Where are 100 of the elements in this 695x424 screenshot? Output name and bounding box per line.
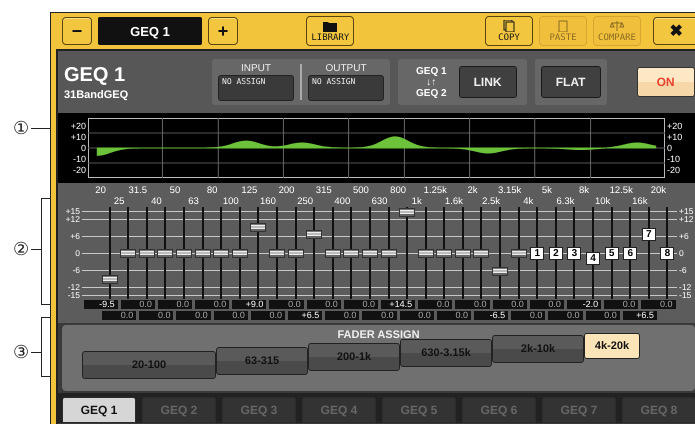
previous-button[interactable]: − bbox=[62, 17, 92, 45]
frequency-label: 12.5k bbox=[608, 185, 634, 196]
flat-button[interactable]: FLAT bbox=[540, 66, 601, 98]
frequency-label: 6.3k bbox=[555, 196, 576, 207]
axis-label: 0 bbox=[80, 142, 86, 154]
axis-label: -20 bbox=[667, 164, 682, 176]
fader-assign-title: FADER ASSIGN bbox=[337, 329, 420, 341]
fader-knob[interactable] bbox=[232, 248, 248, 258]
fader-knob[interactable] bbox=[362, 248, 378, 258]
geq-type: 31BandGEQ bbox=[64, 88, 130, 100]
gain-value: 0.0 bbox=[269, 300, 304, 309]
frequency-label: 2.5k bbox=[481, 196, 502, 207]
fader-knob[interactable] bbox=[324, 248, 341, 258]
frequency-label: 315 bbox=[314, 185, 333, 196]
fader-group-button[interactable]: 4k-20k bbox=[584, 333, 640, 359]
gain-value: 0.0 bbox=[530, 300, 564, 309]
axis-label: +20 bbox=[70, 120, 86, 132]
toolbar-button[interactable]: COPY bbox=[485, 16, 534, 46]
fader-knob[interactable] bbox=[176, 248, 192, 258]
frequency-label: 2k bbox=[466, 185, 478, 196]
port-label: OUTPUT bbox=[325, 63, 367, 74]
fader-knob[interactable] bbox=[194, 248, 211, 258]
library-button[interactable]: LIBRARY bbox=[306, 16, 354, 46]
frequency-label: 250 bbox=[296, 196, 314, 207]
gain-value: 0.0 bbox=[436, 311, 471, 320]
geq-tab[interactable]: GEQ 1 bbox=[62, 397, 136, 423]
fader-knob[interactable] bbox=[250, 223, 266, 232]
gain-value: +9.0 bbox=[232, 300, 266, 309]
fader-knob[interactable]: 6 bbox=[623, 246, 638, 260]
axis-label: +10 bbox=[667, 132, 684, 142]
fader-knob[interactable] bbox=[399, 208, 416, 217]
fader-knob[interactable] bbox=[120, 248, 136, 258]
fader-knob[interactable]: 8 bbox=[660, 246, 674, 260]
fader-knob[interactable] bbox=[288, 248, 304, 258]
gain-value: 0.0 bbox=[120, 300, 155, 309]
frequency-label: 25 bbox=[112, 196, 126, 207]
scale-label: 0 bbox=[679, 249, 684, 257]
frequency-label: 10k bbox=[594, 196, 612, 207]
fader-knob[interactable] bbox=[473, 248, 490, 258]
scale-label: +12 bbox=[66, 215, 80, 224]
fader-knob[interactable]: 1 bbox=[530, 246, 544, 260]
scale-label: 0 bbox=[75, 249, 80, 257]
gain-value: 0.0 bbox=[158, 300, 192, 309]
fader-knob[interactable] bbox=[418, 248, 434, 258]
frequency-label: 3.15k bbox=[497, 185, 522, 196]
fader-knob[interactable]: 7 bbox=[642, 228, 656, 242]
gain-value: 0.0 bbox=[511, 311, 546, 320]
fader-knob[interactable] bbox=[510, 248, 527, 258]
scale-label: -12 bbox=[68, 282, 80, 291]
gain-value: 0.0 bbox=[102, 311, 136, 320]
gain-value: 0.0 bbox=[604, 300, 638, 309]
fader-knob[interactable] bbox=[268, 248, 285, 258]
gain-value: 0.0 bbox=[250, 311, 286, 320]
scale-label: -6 bbox=[679, 266, 687, 274]
fader-knob[interactable] bbox=[306, 230, 322, 240]
callout-number: ③ bbox=[12, 343, 30, 361]
frequency-label: 100 bbox=[222, 196, 240, 207]
port-label: INPUT bbox=[241, 63, 271, 74]
fader-knob[interactable] bbox=[343, 248, 360, 258]
scale-label: -12 bbox=[679, 282, 692, 291]
gain-value: +6.5 bbox=[622, 311, 657, 320]
scale-label: -6 bbox=[72, 266, 80, 274]
port-assign-button[interactable]: NO ASSIGN bbox=[308, 75, 384, 101]
scale-icon bbox=[610, 20, 624, 32]
frequency-label: 20 bbox=[94, 185, 107, 196]
link-button[interactable]: LINK bbox=[458, 66, 517, 98]
fader-knob[interactable]: 5 bbox=[604, 246, 619, 260]
fader-knob[interactable]: 2 bbox=[548, 246, 563, 260]
fader-knob[interactable] bbox=[138, 248, 155, 258]
gain-value: 0.0 bbox=[139, 311, 174, 320]
link-source: GEQ 1 bbox=[416, 66, 447, 76]
close-button[interactable]: ✖ bbox=[653, 17, 695, 45]
scale-label: +6 bbox=[679, 232, 689, 240]
fader-knob[interactable] bbox=[380, 248, 396, 258]
frequency-label: 4k bbox=[522, 196, 534, 207]
gain-value: 0.0 bbox=[214, 311, 248, 320]
fader-knob[interactable] bbox=[454, 248, 471, 258]
fader-knob[interactable]: 4 bbox=[586, 252, 600, 266]
gain-value: +14.5 bbox=[381, 300, 416, 309]
gain-value: 0.0 bbox=[176, 311, 211, 320]
fader-knob[interactable] bbox=[492, 266, 508, 276]
fader-knob[interactable]: 3 bbox=[567, 246, 582, 260]
fader-knob[interactable] bbox=[213, 248, 230, 258]
fader-knob[interactable] bbox=[102, 275, 118, 284]
frequency-label: 63 bbox=[187, 196, 200, 207]
axis-label: 0 bbox=[667, 142, 674, 154]
port-assign-button[interactable]: NO ASSIGN bbox=[218, 75, 294, 101]
frequency-label: 800 bbox=[389, 185, 408, 196]
next-button[interactable]: + bbox=[208, 17, 238, 45]
gain-value: 0.0 bbox=[548, 311, 583, 320]
fader-knob[interactable] bbox=[436, 248, 452, 258]
copy-icon bbox=[502, 20, 516, 32]
frequency-label: 31.5 bbox=[128, 185, 148, 196]
frequency-label: 8k bbox=[578, 185, 590, 196]
gain-value: 0.0 bbox=[325, 311, 360, 320]
fader-knob[interactable] bbox=[157, 248, 174, 258]
frequency-label: 5k bbox=[540, 185, 553, 196]
axis-label: -10 bbox=[667, 154, 682, 164]
axis-label: +20 bbox=[667, 120, 684, 132]
geq-name-display: GEQ 1 bbox=[98, 17, 202, 45]
